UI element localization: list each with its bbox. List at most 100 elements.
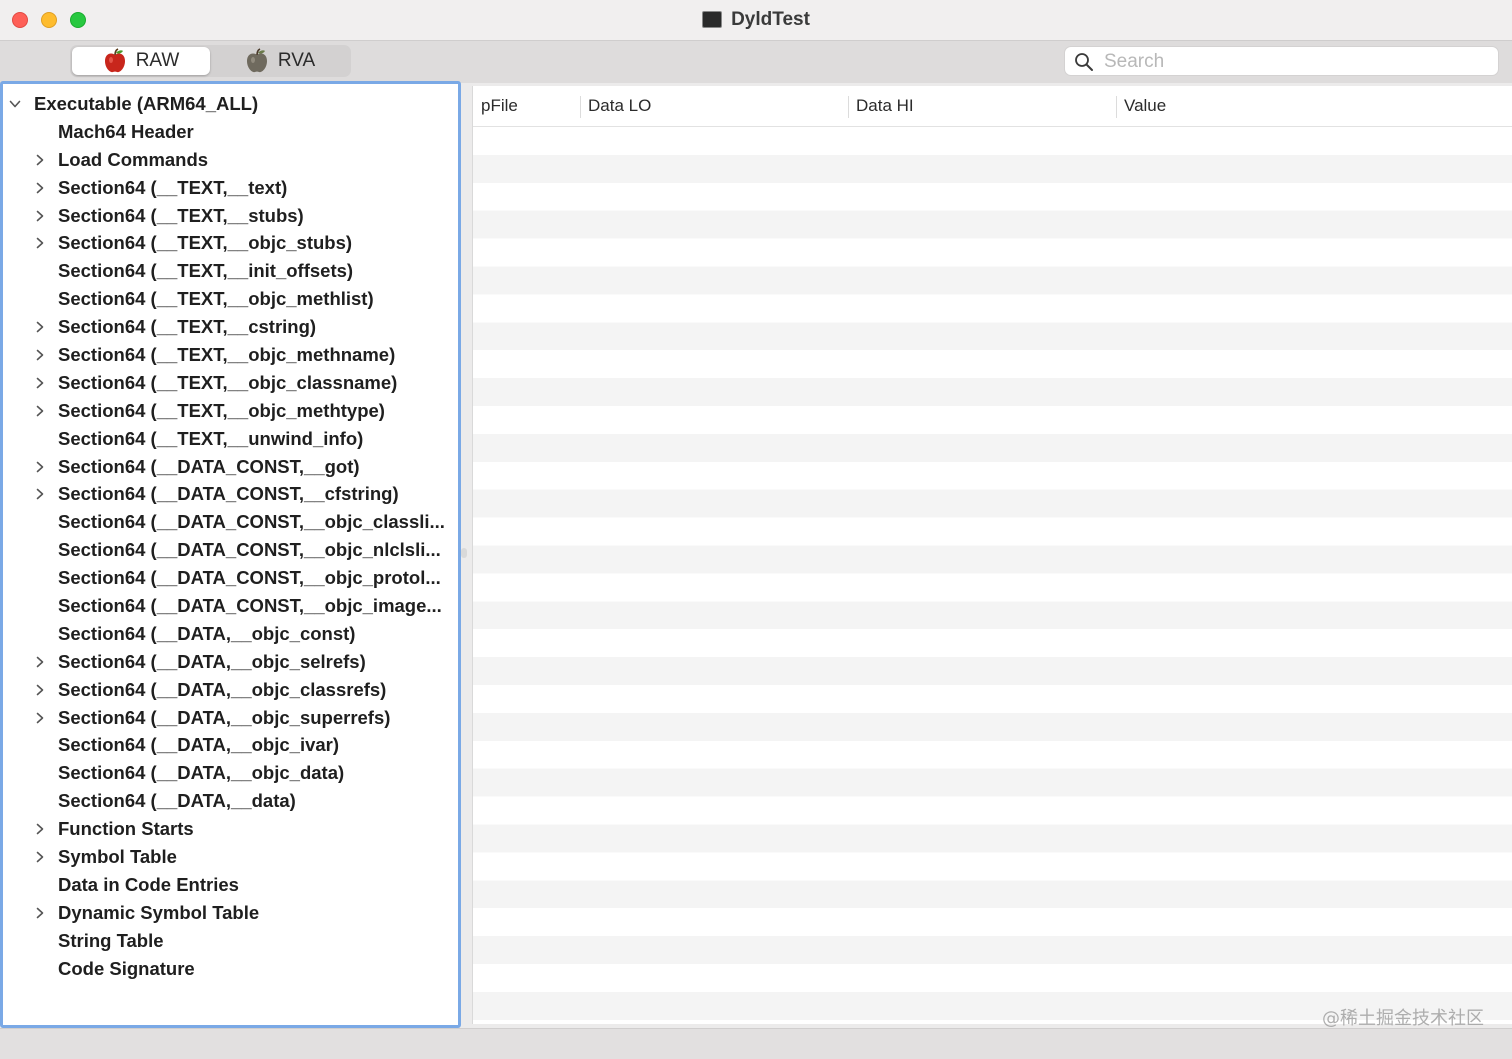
chevron-right-icon[interactable] bbox=[33, 655, 47, 669]
tree-item-label: Section64 (__TEXT,__stubs) bbox=[58, 204, 304, 226]
chevron-right-icon[interactable] bbox=[33, 348, 47, 362]
toolbar: RAW RVA bbox=[0, 40, 1512, 83]
tree-item[interactable]: Section64 (__TEXT,__unwind_info) bbox=[3, 425, 453, 453]
column-header-pfile[interactable]: pFile bbox=[473, 86, 580, 126]
tree-item-label: Mach64 Header bbox=[58, 120, 194, 142]
tree-item-label: Section64 (__DATA_CONST,__got) bbox=[58, 455, 360, 477]
chevron-right-icon[interactable] bbox=[33, 181, 47, 195]
structure-tree-panel[interactable]: Executable (ARM64_ALL) Mach64 Header Load … bbox=[0, 81, 461, 1028]
tree-item-label: Section64 (__DATA_CONST,__objc_nlclsli..… bbox=[58, 539, 441, 561]
chevron-right-icon[interactable] bbox=[33, 153, 47, 167]
tree-item-label: Section64 (__TEXT,__objc_methlist) bbox=[58, 288, 374, 310]
chevron-right-icon[interactable] bbox=[33, 711, 47, 725]
terminal-app-icon bbox=[702, 10, 723, 28]
tree-item-label: Section64 (__DATA_CONST,__objc_classli..… bbox=[58, 511, 445, 533]
tree-item[interactable]: Section64 (__DATA_CONST,__objc_protol... bbox=[3, 564, 453, 592]
tree-item-label: Executable (ARM64_ALL) bbox=[34, 92, 259, 114]
tree-item[interactable]: Section64 (__DATA,__objc_selrefs) bbox=[3, 648, 453, 676]
column-header-data-lo[interactable]: Data LO bbox=[580, 86, 848, 126]
tree-item-label: Section64 (__TEXT,__objc_classname) bbox=[58, 371, 398, 393]
tree-item[interactable]: Section64 (__DATA_CONST,__objc_classli..… bbox=[3, 508, 453, 536]
tree-item[interactable]: Section64 (__DATA,__objc_ivar) bbox=[3, 731, 453, 759]
tree-item-label: Section64 (__DATA,__objc_ivar) bbox=[58, 734, 340, 756]
bottom-bar bbox=[0, 1028, 1512, 1059]
tree-item-label: Dynamic Symbol Table bbox=[58, 901, 260, 923]
tree-item-label: Section64 (__DATA,__objc_selrefs) bbox=[58, 650, 366, 672]
tree-item[interactable]: Section64 (__TEXT,__text) bbox=[3, 174, 453, 202]
tree-item[interactable]: Load Commands bbox=[3, 146, 453, 174]
tree-item[interactable]: Section64 (__DATA,__objc_const) bbox=[3, 620, 453, 648]
data-table[interactable]: pFile Data LO Data HI Value bbox=[472, 86, 1512, 1024]
tree-item[interactable]: Section64 (__TEXT,__objc_methlist) bbox=[3, 285, 453, 313]
tree-item-label: Section64 (__DATA_CONST,__objc_image... bbox=[58, 594, 442, 616]
chevron-right-icon[interactable] bbox=[33, 822, 47, 836]
tree-item-label: Function Starts bbox=[58, 818, 194, 840]
tree-item-label: Section64 (__TEXT,__text) bbox=[58, 176, 288, 198]
tree-item[interactable]: Section64 (__TEXT,__stubs) bbox=[3, 202, 453, 230]
tree-item-label: Symbol Table bbox=[58, 845, 177, 867]
table-header: pFile Data LO Data HI Value bbox=[473, 86, 1512, 127]
tree-item-label: Code Signature bbox=[58, 957, 195, 979]
tree-item-label: Section64 (__DATA_CONST,__cfstring) bbox=[58, 483, 399, 505]
tree-item[interactable]: Section64 (__DATA,__objc_superrefs) bbox=[3, 704, 453, 732]
chevron-right-icon[interactable] bbox=[33, 487, 47, 501]
tree-item-label: Section64 (__DATA,__objc_superrefs) bbox=[58, 706, 391, 728]
tree-item-label: Section64 (__TEXT,__objc_methtype) bbox=[58, 399, 385, 421]
title-bar[interactable]: DyldTest bbox=[0, 0, 1512, 40]
chevron-right-icon[interactable] bbox=[33, 850, 47, 864]
tree-item-label: Load Commands bbox=[58, 148, 209, 170]
tree-item-label: Data in Code Entries bbox=[58, 873, 239, 895]
tree-item-label: Section64 (__TEXT,__unwind_info) bbox=[58, 427, 364, 449]
tree-item[interactable]: String Table bbox=[3, 927, 453, 955]
tree-item[interactable]: Dynamic Symbol Table bbox=[3, 899, 453, 927]
app-window: DyldTest RAW RVA Search Executable (ARM6… bbox=[0, 0, 1512, 1059]
tree-item[interactable]: Executable (ARM64_ALL) bbox=[3, 90, 453, 118]
tree-item[interactable]: Section64 (__DATA,__data) bbox=[3, 787, 453, 815]
chevron-right-icon[interactable] bbox=[33, 683, 47, 697]
window-title: DyldTest bbox=[731, 9, 810, 30]
raw-mode-button[interactable]: RAW bbox=[72, 47, 210, 75]
chevron-right-icon[interactable] bbox=[33, 320, 47, 334]
chevron-right-icon[interactable] bbox=[33, 404, 47, 418]
tree-item[interactable]: Section64 (__DATA_CONST,__objc_nlclsli..… bbox=[3, 536, 453, 564]
watermark-text: @稀土掘金技术社区 bbox=[1322, 1008, 1484, 1029]
structure-tree: Executable (ARM64_ALL) Mach64 Header Load … bbox=[3, 90, 453, 983]
tree-item[interactable]: Section64 (__DATA,__objc_classrefs) bbox=[3, 676, 453, 704]
split-view-divider-handle[interactable] bbox=[461, 548, 467, 558]
tree-item[interactable]: Data in Code Entries bbox=[3, 871, 453, 899]
tree-item[interactable]: Section64 (__TEXT,__objc_methname) bbox=[3, 341, 453, 369]
red-apple-icon bbox=[104, 48, 125, 73]
tree-item-label: Section64 (__DATA,__objc_data) bbox=[58, 762, 345, 784]
search-field[interactable] bbox=[1064, 46, 1499, 76]
tree-item[interactable]: Symbol Table bbox=[3, 843, 453, 871]
tree-item[interactable]: Section64 (__DATA,__objc_data) bbox=[3, 759, 453, 787]
tree-item[interactable]: Section64 (__DATA_CONST,__objc_image... bbox=[3, 592, 453, 620]
rva-mode-label: RVA bbox=[277, 50, 316, 71]
mode-segmented-control: RAW RVA bbox=[70, 45, 351, 77]
chevron-right-icon[interactable] bbox=[33, 209, 47, 223]
raw-mode-label: RAW bbox=[135, 50, 180, 71]
column-header-value[interactable]: Value bbox=[1116, 86, 1512, 126]
tree-item[interactable]: Section64 (__DATA_CONST,__got) bbox=[3, 453, 453, 481]
column-header-data-hi[interactable]: Data HI bbox=[848, 86, 1116, 126]
tree-item[interactable]: Section64 (__TEXT,__objc_methtype) bbox=[3, 397, 453, 425]
chevron-right-icon[interactable] bbox=[33, 906, 47, 920]
rva-mode-button[interactable]: RVA bbox=[211, 47, 349, 75]
gray-apple-icon bbox=[246, 48, 267, 73]
tree-item[interactable]: Section64 (__TEXT,__cstring) bbox=[3, 313, 453, 341]
tree-item-label: Section64 (__TEXT,__objc_stubs) bbox=[58, 232, 353, 254]
chevron-right-icon[interactable] bbox=[33, 376, 47, 390]
tree-item[interactable]: Section64 (__TEXT,__init_offsets) bbox=[3, 257, 453, 285]
tree-item[interactable]: Section64 (__TEXT,__objc_classname) bbox=[3, 369, 453, 397]
tree-item[interactable]: Function Starts bbox=[3, 815, 453, 843]
chevron-down-icon[interactable] bbox=[8, 97, 22, 111]
tree-item[interactable]: Code Signature bbox=[3, 955, 453, 983]
search-input[interactable] bbox=[1102, 49, 1486, 75]
window-title-group: DyldTest bbox=[0, 0, 1512, 40]
tree-item[interactable]: Section64 (__TEXT,__objc_stubs) bbox=[3, 229, 453, 257]
tree-item-label: Section64 (__TEXT,__objc_methname) bbox=[58, 343, 396, 365]
chevron-right-icon[interactable] bbox=[33, 460, 47, 474]
chevron-right-icon[interactable] bbox=[33, 236, 47, 250]
tree-item[interactable]: Section64 (__DATA_CONST,__cfstring) bbox=[3, 480, 453, 508]
tree-item[interactable]: Mach64 Header bbox=[3, 118, 453, 146]
